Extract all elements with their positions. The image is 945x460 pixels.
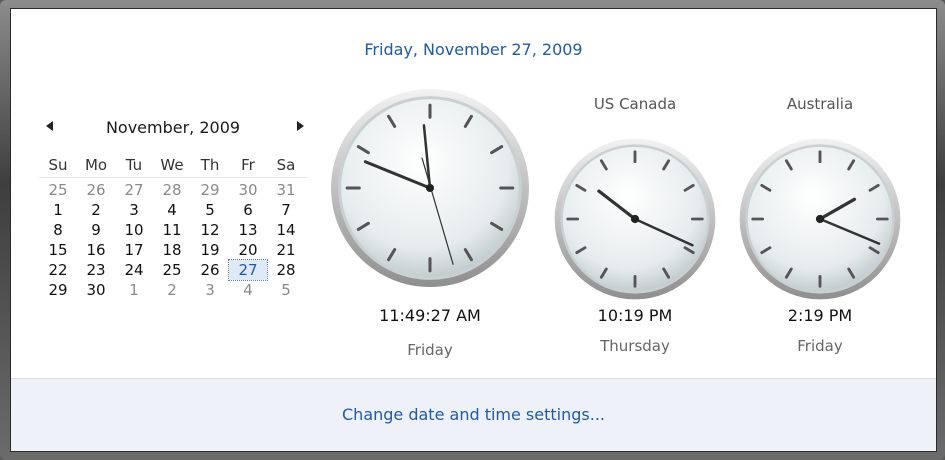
month-calendar: November, 2009 Su Mo Tu We Th Fr Sa 25 2…: [39, 115, 307, 300]
weekday-label: Mo: [84, 156, 108, 174]
calendar-day[interactable]: 29: [39, 280, 77, 300]
calendar-day[interactable]: 28: [267, 260, 305, 280]
calendar-day[interactable]: 3: [115, 200, 153, 220]
calendar-week-row: 1 2 3 4 5 6 7: [39, 200, 307, 220]
clock-day-australia: Friday: [797, 337, 843, 355]
calendar-day[interactable]: 30: [77, 280, 115, 300]
calendar-day[interactable]: 1: [115, 280, 153, 300]
clock-city-australia: Australia: [786, 95, 854, 113]
calendar-day[interactable]: 30: [229, 180, 267, 200]
calendar-week-row: 22 23 24 25 26 27 28: [39, 259, 307, 281]
calendar-day[interactable]: 28: [153, 180, 191, 200]
calendar-grid: Su Mo Tu We Th Fr Sa 25 26 27 28 29 30 3…: [39, 155, 307, 300]
calendar-week-row: 25 26 27 28 29 30 31: [39, 180, 307, 200]
calendar-day[interactable]: 11: [153, 220, 191, 240]
calendar-day[interactable]: 2: [77, 200, 115, 220]
calendar-day[interactable]: 23: [77, 260, 115, 280]
calendar-day[interactable]: 6: [229, 200, 267, 220]
calendar-day[interactable]: 16: [77, 240, 115, 260]
calendar-day[interactable]: 26: [77, 180, 115, 200]
calendar-day[interactable]: 9: [77, 220, 115, 240]
clock-city-us-canada: US Canada: [593, 95, 677, 113]
calendar-day[interactable]: 25: [39, 180, 77, 200]
change-date-time-settings-link[interactable]: Change date and time settings...: [11, 405, 936, 424]
calendar-month-title[interactable]: November, 2009: [39, 118, 307, 137]
clock-day-us-canada: Thursday: [600, 337, 670, 355]
calendar-day[interactable]: 22: [39, 260, 77, 280]
analog-clock-local: [331, 89, 529, 287]
weekday-header-row: Su Mo Tu We Th Fr Sa: [39, 155, 307, 178]
calendar-day[interactable]: 1: [39, 200, 77, 220]
weekday-label: Sa: [276, 156, 296, 174]
weekday-label: We: [160, 156, 184, 174]
clock-day-local: Friday: [407, 341, 453, 359]
calendar-day[interactable]: 24: [115, 260, 153, 280]
triangle-right-icon[interactable]: [293, 119, 307, 133]
calendar-day[interactable]: 20: [229, 240, 267, 260]
calendar-day[interactable]: 27: [115, 180, 153, 200]
weekday-label: Fr: [241, 156, 255, 174]
analog-clock-us-canada: [554, 138, 716, 300]
calendar-week-row: 15 16 17 18 19 20 21: [39, 240, 307, 260]
calendar-day[interactable]: 29: [191, 180, 229, 200]
clock-time-local: 11:49:27 AM: [379, 306, 481, 325]
calendar-day[interactable]: 26: [191, 260, 229, 280]
weekday-label: Su: [48, 156, 68, 174]
calendar-week-row: 8 9 10 11 12 13 14: [39, 220, 307, 240]
calendar-day[interactable]: 5: [191, 200, 229, 220]
calendar-day[interactable]: 21: [267, 240, 305, 260]
calendar-day[interactable]: 14: [267, 220, 305, 240]
calendar-day[interactable]: 3: [191, 280, 229, 300]
calendar-day[interactable]: 31: [267, 180, 305, 200]
calendar-day[interactable]: 4: [153, 200, 191, 220]
datetime-flyout: Friday, November 27, 2009 November, 2009…: [10, 8, 937, 452]
calendar-day-selected[interactable]: 27: [228, 259, 268, 281]
calendar-day[interactable]: 13: [229, 220, 267, 240]
flyout-footer: Change date and time settings...: [11, 378, 936, 451]
weekday-label: Th: [200, 156, 220, 174]
calendar-week-row: 29 30 1 2 3 4 5: [39, 280, 307, 300]
calendar-header: November, 2009: [39, 115, 307, 141]
calendar-day[interactable]: 7: [267, 200, 305, 220]
calendar-day[interactable]: 4: [229, 280, 267, 300]
clock-time-australia: 2:19 PM: [787, 306, 853, 325]
date-header-link[interactable]: Friday, November 27, 2009: [11, 40, 936, 59]
calendar-day[interactable]: 17: [115, 240, 153, 260]
calendar-day[interactable]: 18: [153, 240, 191, 260]
calendar-day[interactable]: 15: [39, 240, 77, 260]
clock-time-us-canada: 10:19 PM: [597, 306, 673, 325]
calendar-day[interactable]: 5: [267, 280, 305, 300]
calendar-day[interactable]: 2: [153, 280, 191, 300]
calendar-day[interactable]: 8: [39, 220, 77, 240]
calendar-day[interactable]: 12: [191, 220, 229, 240]
calendar-day[interactable]: 19: [191, 240, 229, 260]
calendar-day[interactable]: 25: [153, 260, 191, 280]
analog-clock-australia: [739, 138, 901, 300]
weekday-label: Tu: [125, 156, 143, 174]
calendar-day[interactable]: 10: [115, 220, 153, 240]
